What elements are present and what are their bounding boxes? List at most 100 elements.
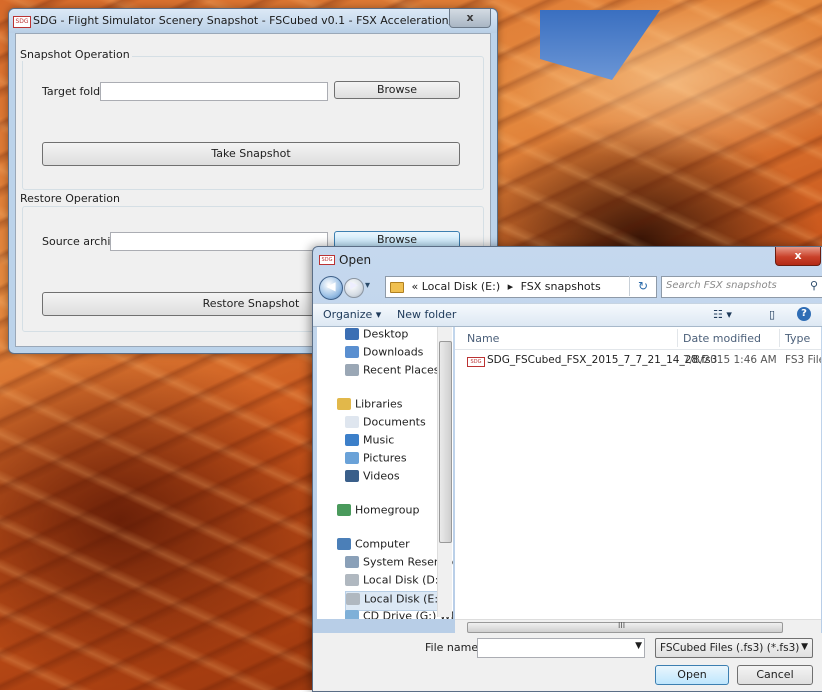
dialog-bottom-panel: File name: ▼ FSCubed Files (.fs3) (*.fs3…	[313, 633, 822, 691]
search-input[interactable]: Search FSX snapshots ⚲	[661, 276, 822, 298]
nav-item-label: Desktop	[363, 327, 409, 341]
target-folder-input[interactable]	[100, 82, 328, 101]
target-browse-button[interactable]: Browse	[334, 81, 460, 99]
forward-button[interactable]: ▶	[344, 278, 364, 298]
cancel-button[interactable]: Cancel	[737, 665, 813, 685]
nav-item-label: Videos	[363, 469, 400, 483]
nav-item-label: Homegroup	[355, 503, 420, 517]
file-type-value: FSCubed Files (.fs3) (*.fs3)	[660, 642, 800, 654]
views-button[interactable]: ☷ ▾	[713, 308, 732, 321]
dialog-title: Open	[339, 253, 372, 267]
open-button[interactable]: Open	[655, 665, 729, 685]
breadcrumb-separator-icon: ▸	[507, 280, 514, 293]
breadcrumb-fsx-snapshots[interactable]: FSX snapshots	[521, 280, 601, 293]
wallpaper-sky	[540, 10, 660, 80]
file-row[interactable]: SDG SDG_FSCubed_FSX_2015_7_7_21_14_28.fs…	[455, 351, 821, 371]
nav-item[interactable]: Desktop	[345, 327, 408, 345]
downloads-icon	[345, 346, 359, 358]
cd-drive-icon	[345, 610, 359, 619]
scroll-thumb[interactable]	[439, 341, 452, 543]
breadcrumb-overflow[interactable]: «	[412, 280, 419, 293]
new-folder-button[interactable]: New folder	[397, 308, 456, 321]
recent-places-icon	[345, 364, 359, 376]
file-date: 7/8/2015 1:46 AM	[683, 354, 777, 366]
preview-pane-button[interactable]: ▯	[769, 308, 775, 321]
column-separator[interactable]	[779, 329, 780, 347]
navigation-scrollbar[interactable]	[437, 327, 452, 617]
nav-item[interactable]: Libraries	[337, 397, 403, 415]
nav-item[interactable]: Music	[345, 433, 394, 451]
breadcrumb: « Local Disk (E:) ▸ FSX snapshots	[390, 280, 601, 293]
help-icon[interactable]: ?	[797, 307, 811, 321]
column-name[interactable]: Name	[467, 332, 499, 345]
file-list-hscrollbar[interactable]: III	[455, 619, 821, 634]
hscroll-grip: III	[618, 621, 626, 630]
nav-item-label: Documents	[363, 415, 426, 429]
nav-item[interactable]: Recent Places	[345, 363, 440, 381]
file-name-input[interactable]: ▼	[477, 638, 645, 658]
drive-icon	[345, 574, 359, 586]
nav-item[interactable]: Documents	[345, 415, 426, 433]
column-date-modified[interactable]: Date modified	[683, 332, 761, 345]
nav-item[interactable]: Computer	[337, 537, 410, 555]
window-title: SDG - Flight Simulator Scenery Snapshot …	[33, 14, 473, 27]
organize-menu[interactable]: Organize ▾	[323, 308, 381, 321]
restore-group-label: Restore Operation	[18, 192, 122, 205]
open-dialog: SDG Open x ◀ ▶ ▾ « Local Disk (E:) ▸ FSX…	[312, 246, 822, 692]
address-bar[interactable]: « Local Disk (E:) ▸ FSX snapshots ▾	[385, 276, 693, 298]
nav-item[interactable]: Downloads	[345, 345, 423, 363]
homegroup-icon	[337, 504, 351, 516]
file-name-label: File name:	[425, 641, 482, 654]
nav-item-label: Local Disk (D:)	[363, 573, 443, 587]
pictures-icon	[345, 452, 359, 464]
source-archive-input[interactable]	[110, 232, 328, 251]
dialog-close-button[interactable]: x	[775, 247, 821, 266]
search-placeholder: Search FSX snapshots	[666, 280, 777, 291]
drive-icon	[345, 556, 359, 568]
address-row: ◀ ▶ ▾ « Local Disk (E:) ▸ FSX snapshots …	[313, 273, 822, 301]
documents-icon	[345, 416, 359, 428]
file-type-select[interactable]: FSCubed Files (.fs3) (*.fs3) ▼	[655, 638, 813, 658]
computer-icon	[337, 538, 351, 550]
nav-item[interactable]: Pictures	[345, 451, 407, 469]
column-type[interactable]: Type	[785, 332, 810, 345]
hscroll-thumb[interactable]: III	[467, 621, 783, 633]
nav-item[interactable]: Homegroup	[337, 503, 419, 521]
dialog-app-icon: SDG	[319, 255, 335, 265]
nav-item[interactable]: Local Disk (E:)	[345, 591, 444, 611]
file-type-dropdown-icon: ▼	[801, 642, 808, 652]
take-snapshot-button[interactable]: Take Snapshot	[42, 142, 460, 166]
search-icon: ⚲	[809, 279, 818, 292]
breadcrumb-local-disk-e[interactable]: Local Disk (E:)	[422, 280, 500, 293]
back-button[interactable]: ◀	[319, 276, 343, 300]
refresh-button[interactable]: ↻	[629, 276, 656, 296]
nav-item[interactable]: Local Disk (D:)	[345, 573, 443, 591]
desktop-icon	[345, 328, 359, 340]
main-titlebar[interactable]: SDG SDG - Flight Simulator Scenery Snaps…	[9, 9, 497, 33]
drive-icon	[346, 593, 360, 605]
column-separator[interactable]	[677, 329, 678, 347]
nav-item-label: Pictures	[363, 451, 407, 465]
nav-item-label: Recent Places	[363, 363, 440, 377]
recent-pages-dropdown[interactable]: ▾	[365, 280, 370, 291]
nav-item-label: Computer	[355, 537, 410, 551]
folder-icon	[390, 281, 404, 293]
dialog-titlebar[interactable]: SDG Open x	[313, 247, 822, 273]
videos-icon	[345, 470, 359, 482]
navigation-pane: Desktop Downloads Recent Places Libraries Do…	[317, 327, 453, 619]
main-close-button[interactable]: x	[449, 9, 491, 28]
forward-arrow-icon: ▶	[350, 280, 358, 291]
file-list: Name Date modified Type SDG SDG_FSCubed_…	[455, 327, 821, 619]
file-name-dropdown-icon[interactable]: ▼	[635, 641, 642, 651]
nav-item-label: Music	[363, 433, 395, 447]
nav-item-label: Downloads	[363, 345, 424, 359]
dialog-toolbar: Organize ▾ New folder ☷ ▾ ▯ ?	[313, 303, 822, 327]
nav-item-label: Local Disk (E:)	[364, 592, 443, 606]
app-icon: SDG	[13, 16, 31, 28]
file-icon: SDG	[467, 357, 485, 367]
snapshot-group	[22, 56, 484, 190]
libraries-icon	[337, 398, 351, 410]
back-arrow-icon: ◀	[326, 279, 336, 293]
music-icon	[345, 434, 359, 446]
nav-item[interactable]: Videos	[345, 469, 400, 487]
